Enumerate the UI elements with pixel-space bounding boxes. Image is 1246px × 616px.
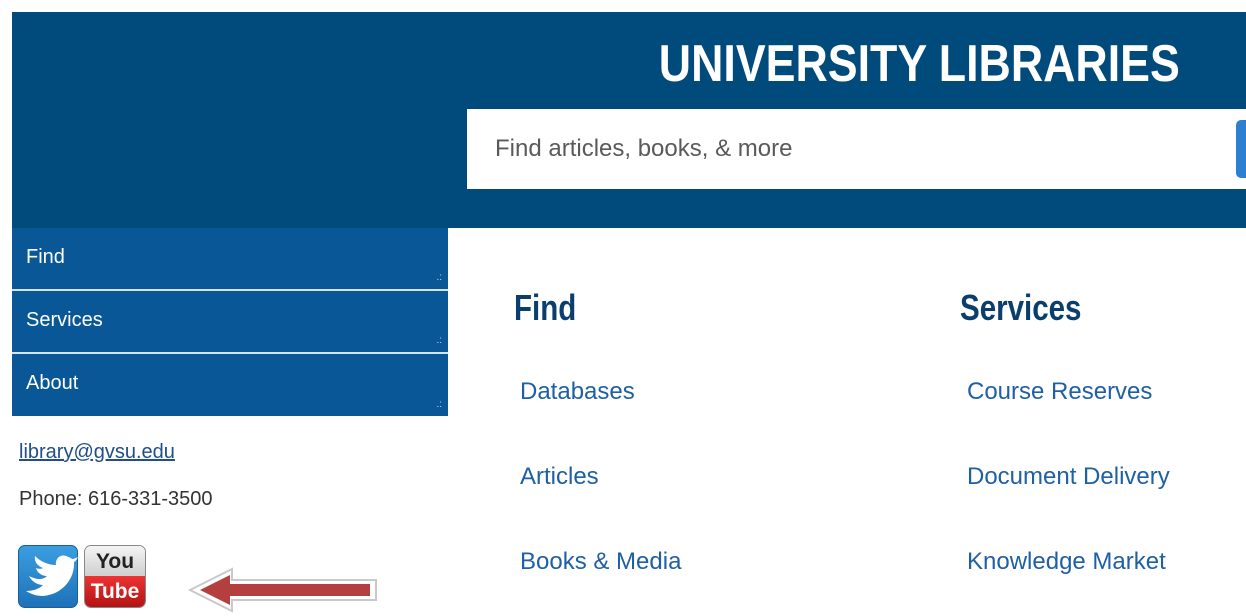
contact-email-link[interactable]: library@gvsu.edu xyxy=(19,441,175,464)
sidebar-item-label: Services xyxy=(26,309,103,331)
site-header: UNIVERSITY LIBRARIES xyxy=(12,12,1246,228)
expand-grip-icon: .: xyxy=(436,272,442,283)
sidebar-item-services[interactable]: Services .: xyxy=(12,291,448,354)
youtube-label-top: You xyxy=(85,546,145,576)
pointer-arrow-icon xyxy=(188,567,377,613)
document-delivery-link[interactable]: Document Delivery xyxy=(967,463,1170,491)
youtube-label-bottom: Tube xyxy=(85,576,145,607)
find-heading: Find xyxy=(514,287,577,328)
articles-link[interactable]: Articles xyxy=(520,463,599,491)
expand-grip-icon: .: xyxy=(436,335,442,346)
sidebar-item-label: About xyxy=(26,372,79,394)
sidebar-item-about[interactable]: About .: xyxy=(12,354,448,416)
expand-grip-icon: .: xyxy=(436,399,442,410)
books-media-link[interactable]: Books & Media xyxy=(520,548,681,576)
knowledge-market-link[interactable]: Knowledge Market xyxy=(967,548,1166,576)
course-reserves-link[interactable]: Course Reserves xyxy=(967,378,1152,406)
sidebar-item-label: Find xyxy=(26,246,65,268)
databases-link[interactable]: Databases xyxy=(520,378,635,406)
site-title[interactable]: UNIVERSITY LIBRARIES xyxy=(659,34,1180,94)
sidebar-nav: Find .: Services .: About .: xyxy=(12,228,448,416)
sidebar-item-find[interactable]: Find .: xyxy=(12,228,448,291)
search-button[interactable] xyxy=(1236,120,1246,178)
search-input[interactable] xyxy=(467,109,1246,189)
services-heading: Services xyxy=(960,287,1082,328)
contact-phone: Phone: 616-331-3500 xyxy=(19,488,213,510)
twitter-icon[interactable] xyxy=(18,545,78,608)
youtube-icon[interactable]: You Tube xyxy=(84,545,146,608)
